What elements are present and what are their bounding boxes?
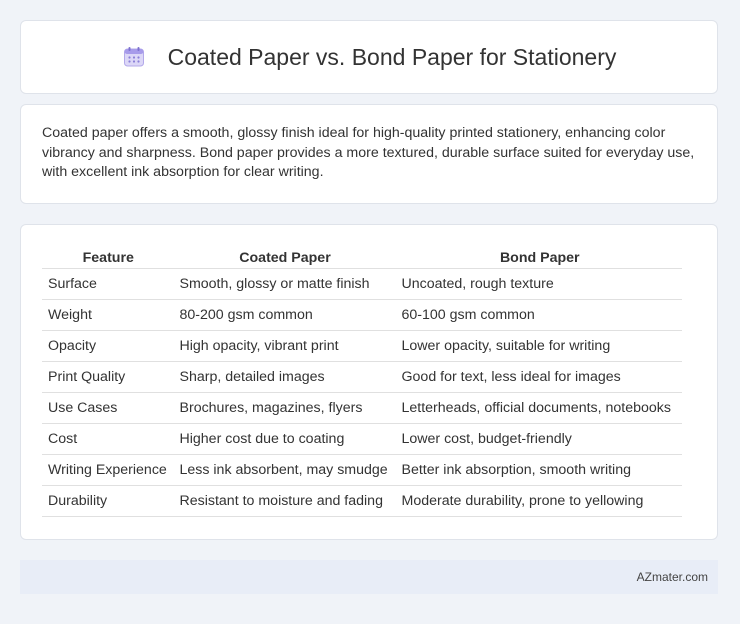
comparison-table: Feature Coated Paper Bond Paper Surface … [42,248,682,517]
coated-cell: High opacity, vibrant print [172,330,395,362]
bond-cell: Letterheads, official documents, noteboo… [394,392,682,424]
header-bond-paper: Bond Paper [394,248,682,269]
feature-cell: Surface [42,268,173,300]
title-row: Coated Paper vs. Bond Paper for Statione… [122,43,617,71]
table-header-row: Feature Coated Paper Bond Paper [42,248,682,269]
table-row: Writing Experience Less ink absorbent, m… [42,454,682,486]
bond-cell: Lower cost, budget-friendly [394,423,682,455]
title-card: Coated Paper vs. Bond Paper for Statione… [20,20,718,94]
feature-cell: Cost [42,423,173,455]
bond-cell: Good for text, less ideal for images [394,361,682,393]
coated-cell: Less ink absorbent, may smudge [172,454,395,486]
table-row: Use Cases Brochures, magazines, flyers L… [42,392,682,424]
header-coated-paper: Coated Paper [172,248,395,269]
feature-cell: Print Quality [42,361,173,393]
page-title: Coated Paper vs. Bond Paper for Statione… [167,43,617,70]
coated-cell: Higher cost due to coating [172,423,395,455]
table-row: Weight 80-200 gsm common 60-100 gsm comm… [42,299,682,331]
coated-cell: 80-200 gsm common [172,299,395,331]
footer-brand: AZmater.com [636,570,708,584]
table-row: Cost Higher cost due to coating Lower co… [42,423,682,455]
coated-cell: Sharp, detailed images [172,361,395,393]
bond-cell: Moderate durability, prone to yellowing [394,485,682,517]
coated-cell: Brochures, magazines, flyers [172,392,395,424]
header-feature: Feature [42,248,173,269]
intro-text: Coated paper offers a smooth, glossy fin… [42,125,695,180]
calendar-icon [122,45,146,69]
bond-cell: 60-100 gsm common [394,299,682,331]
feature-cell: Opacity [42,330,173,362]
coated-cell: Smooth, glossy or matte finish [172,268,395,300]
intro-card: Coated paper offers a smooth, glossy fin… [20,104,718,204]
comparison-table-card: Feature Coated Paper Bond Paper Surface … [20,224,718,540]
bond-cell: Better ink absorption, smooth writing [394,454,682,486]
feature-cell: Writing Experience [42,454,173,486]
table-row: Durability Resistant to moisture and fad… [42,485,682,517]
feature-cell: Use Cases [42,392,173,424]
table-row: Opacity High opacity, vibrant print Lowe… [42,330,682,362]
bond-cell: Lower opacity, suitable for writing [394,330,682,362]
table-row: Surface Smooth, glossy or matte finish U… [42,268,682,300]
footer-bar: AZmater.com [20,560,718,594]
coated-cell: Resistant to moisture and fading [172,485,395,517]
feature-cell: Durability [42,485,173,517]
bond-cell: Uncoated, rough texture [394,268,682,300]
table-row: Print Quality Sharp, detailed images Goo… [42,361,682,393]
feature-cell: Weight [42,299,173,331]
